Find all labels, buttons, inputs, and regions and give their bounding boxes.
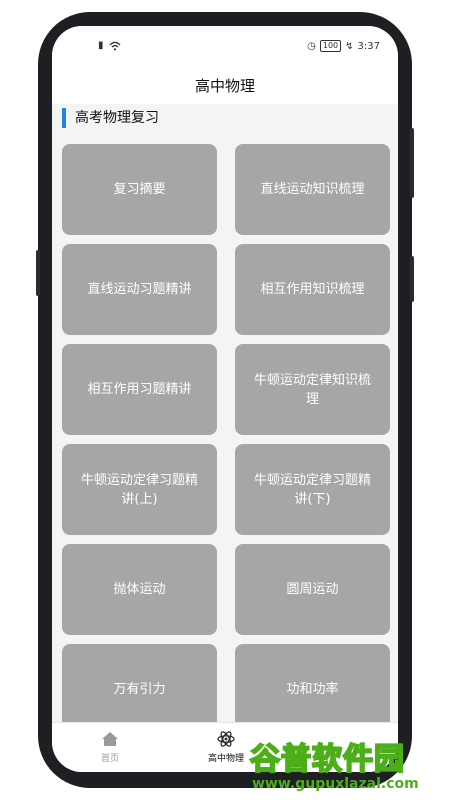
card-circular-motion[interactable]: 圆周运动 [235,544,390,635]
card-work-and-power[interactable]: 功和功率 [235,644,390,724]
tab-physics-label: 高中物理 [207,754,244,764]
status-left: ▮ [98,40,121,51]
card-linear-motion-exercises[interactable]: 直线运动习题精讲 [62,244,217,335]
card-projectile-motion[interactable]: 抛体运动 [62,544,217,635]
tab-home-label: 首页 [100,754,119,764]
alarm-icon: ◷ [307,40,316,52]
section-title: 高考物理复习 [75,110,159,126]
watermark-brand: 谷普软件园 [249,741,405,778]
clock: 3:37 [357,40,380,52]
card-linear-motion-knowledge[interactable]: 直线运动知识梳理 [235,144,390,235]
atom-icon [217,731,235,747]
section-header: 高考物理复习 [52,104,398,132]
status-bar: ▮ ◷ 100 ↯ 3:37 [52,26,398,68]
power-button [410,128,414,198]
watermark: 谷普软件园 www.gupuxlazal.com [249,730,450,800]
volume-button [36,250,40,296]
card-newton-exercises-2[interactable]: 牛顿运动定律习题精讲(下) [235,444,390,535]
app-screen: ▮ ◷ 100 ↯ 3:37 高中物理 高考物理复习 复习摘要 直线运动知识梳理… [52,26,398,772]
card-interaction-knowledge[interactable]: 相互作用知识梳理 [235,244,390,335]
watermark-url: www.gupuxlazal.com [252,776,419,792]
side-button [410,256,414,302]
card-gravitation[interactable]: 万有引力 [62,644,217,724]
status-right: ◷ 100 ↯ 3:37 [307,40,380,52]
wifi-icon [109,41,120,50]
card-newton-exercises-1[interactable]: 牛顿运动定律习题精讲(上) [62,444,217,535]
section-accent-bar [62,108,66,128]
home-icon [102,732,118,746]
battery-indicator: 100 [319,40,342,52]
tab-home[interactable]: 首页 [70,729,150,764]
card-interaction-exercises[interactable]: 相互作用习题精讲 [62,344,217,435]
card-review-summary[interactable]: 复习摘要 [62,144,217,235]
alert-icon: ▮ [98,40,104,51]
charging-icon: ↯ [345,40,354,52]
page-title: 高中物理 [52,68,398,104]
topic-grid: 复习摘要 直线运动知识梳理 直线运动习题精讲 相互作用知识梳理 相互作用习题精讲… [62,144,390,724]
card-newton-knowledge[interactable]: 牛顿运动定律知识梳理 [235,344,390,435]
